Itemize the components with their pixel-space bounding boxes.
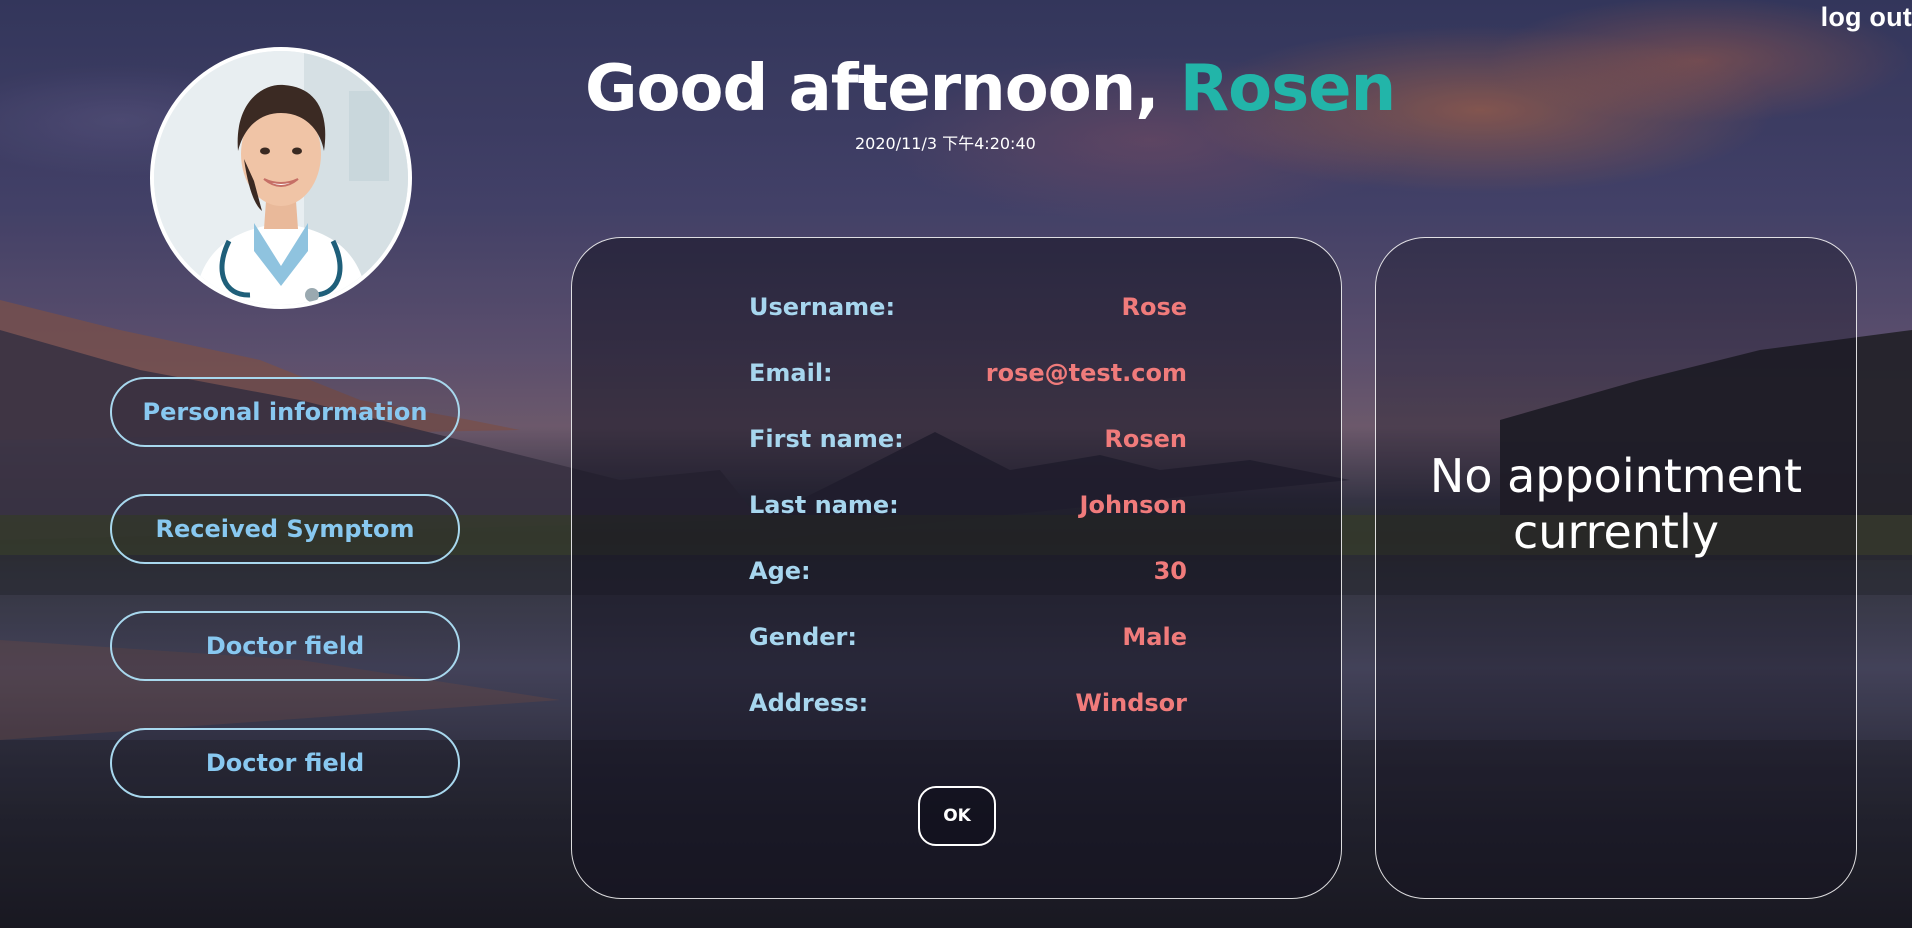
profile-value: Rosen [1104,425,1187,453]
avatar [150,47,412,309]
profile-label: Age: [749,557,811,585]
logout-link[interactable]: log out [1821,2,1912,33]
doctor-portrait-icon [154,51,408,305]
greeting-name: Rosen [1179,52,1396,126]
profile-value: Johnson [1079,491,1187,519]
profile-value: 30 [1153,557,1187,585]
profile-value: Rose [1121,293,1187,321]
profile-row-age: Age: 30 [749,554,1187,588]
profile-row-gender: Gender: Male [749,620,1187,654]
profile-label: Last name: [749,491,899,519]
profile-row-email: Email: rose@test.com [749,356,1187,390]
profile-row-last-name: Last name: Johnson [749,488,1187,522]
profile-value: rose@test.com [985,359,1187,387]
ok-button[interactable]: OK [918,786,996,846]
profile-label: Email: [749,359,833,387]
page-title: Good afternoon, Rosen [585,50,1396,128]
profile-row-address: Address: Windsor [749,686,1187,720]
sidebar-item-received-symptom[interactable]: Received Symptom [110,494,460,564]
profile-label: First name: [749,425,904,453]
profile-label: Username: [749,293,896,321]
sidebar-item-personal-information[interactable]: Personal information [110,377,460,447]
sidebar-item-doctor-field-2[interactable]: Doctor field [110,728,460,798]
profile-row-username: Username: Rose [749,290,1187,324]
profile-label: Address: [749,689,869,717]
datetime: 2020/11/3 下午4:20:40 [855,134,1036,153]
profile-row-first-name: First name: Rosen [749,422,1187,456]
profile-value: Windsor [1075,689,1187,717]
greeting-prefix: Good afternoon, [585,52,1160,126]
profile-card: Username: Rose Email: rose@test.com Firs… [571,237,1342,899]
sidebar-item-doctor-field[interactable]: Doctor field [110,611,460,681]
appointment-message: No appointment currently [1429,449,1803,559]
profile-label: Gender: [749,623,857,651]
appointment-card: No appointment currently [1375,237,1857,899]
profile-value: Male [1122,623,1187,651]
